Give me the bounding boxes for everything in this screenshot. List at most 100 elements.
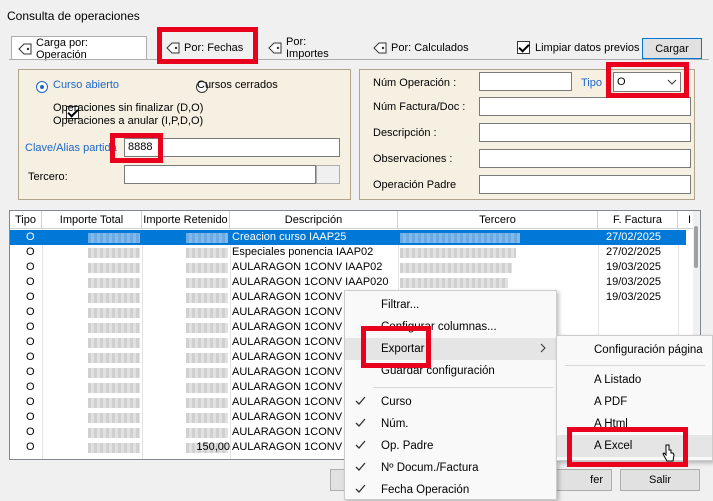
key-alias-input[interactable]: 8888: [124, 138, 340, 157]
cell-descripcion: AULARAGON 1CONV IAAP020: [232, 276, 389, 288]
cell-importe-retenido-redacted: [186, 308, 228, 318]
col-header-f-factura[interactable]: F. Factura: [598, 211, 678, 229]
submenu-item-a-pdf[interactable]: A PDF: [557, 391, 712, 413]
tag-icon: [373, 42, 387, 54]
tab-operacion[interactable]: Carga por: Operación: [11, 36, 147, 61]
cell-importe-retenido-redacted: [186, 413, 228, 423]
tab-calculados[interactable]: Por: Calculados: [367, 37, 475, 59]
clear-previous-label: Limpiar datos previos: [535, 41, 640, 54]
grid-scrollbar-thumb[interactable]: [694, 226, 698, 268]
menu-item-column-toggle[interactable]: Fecha Operación: [345, 479, 556, 501]
cell-importe-total-redacted: [88, 263, 140, 273]
menu-item-column-toggle[interactable]: Nº Docum./Factura: [345, 457, 556, 479]
table-row[interactable]: O AULARAGON 1CONV IAAP02 19/03/2025: [10, 260, 686, 275]
clear-previous-checkbox[interactable]: Limpiar datos previos: [517, 41, 640, 54]
exit-button[interactable]: Salir: [620, 469, 700, 491]
submenu-separator: [565, 365, 705, 366]
radio-curso-abierto[interactable]: [36, 81, 48, 93]
checkmark-icon: [355, 484, 366, 497]
tab-label: Carga por: Operación: [36, 36, 88, 61]
cell-importe-total-redacted: [88, 428, 140, 438]
third-party-input[interactable]: [124, 165, 316, 184]
tab-divider: [9, 59, 709, 60]
observaciones-input[interactable]: [479, 149, 691, 168]
chevron-right-icon: [540, 343, 546, 356]
submenu-item-a-html[interactable]: A Html: [557, 413, 712, 435]
table-row[interactable]: O AULARAGON 1CONV IAAP020 19/03/2025: [10, 275, 686, 290]
menu-item-configurar-columnas[interactable]: Configurar columnas...: [345, 316, 556, 338]
menu-item-column-toggle[interactable]: Curso: [345, 391, 556, 413]
col-header-importe-total[interactable]: Importe Total: [42, 211, 142, 229]
descripcion-input[interactable]: [479, 123, 691, 142]
third-party-lookup-button[interactable]: [316, 165, 340, 184]
submenu-item-config-pagina[interactable]: Configuración página: [557, 339, 712, 361]
menu-item-filtrar[interactable]: Filtrar...: [345, 294, 556, 316]
load-button[interactable]: Cargar: [642, 38, 702, 59]
tab-fechas[interactable]: Por: Fechas: [160, 37, 260, 59]
cell-importe-retenido-redacted: [186, 338, 228, 348]
cell-importe-total-redacted: [88, 308, 140, 318]
cell-importe-total-redacted: [88, 383, 140, 393]
cell-tipo: O: [26, 426, 35, 438]
cell-importe-total-redacted: [88, 278, 140, 288]
cell-tercero-redacted: [400, 263, 512, 273]
cell-importe-retenido-redacted: [186, 248, 228, 258]
tipo-select-value: O: [617, 76, 626, 88]
submenu-item-a-excel[interactable]: A Excel: [557, 435, 712, 457]
operacion-padre-input[interactable]: [479, 175, 691, 194]
cell-descripcion: AULARAGON 1CONV IAAP02: [232, 261, 383, 273]
cell-importe-retenido-redacted: [186, 293, 228, 303]
tab-label: Por: Importes: [286, 36, 329, 60]
table-row[interactable]: O Especiales ponencia IAAP02 27/02/2025: [10, 245, 686, 260]
chevron-down-icon: [667, 76, 677, 88]
pending-ops-label-2: Operaciones a anular (I,P,D,O): [53, 115, 204, 127]
cell-f-factura: 27/02/2025: [606, 246, 662, 258]
cell-importe-retenido-redacted: [186, 278, 228, 288]
checkbox-box[interactable]: [517, 41, 530, 54]
cell-importe-total-redacted: [88, 248, 140, 258]
cell-importe-total-redacted: [88, 323, 140, 333]
menu-item-guardar-configuracion[interactable]: Guardar configuración: [345, 360, 556, 382]
radio-curso-abierto-label: Curso abierto: [53, 79, 120, 91]
cell-f-factura: 19/03/2025: [606, 276, 662, 288]
menu-item-column-toggle-label: Núm.: [381, 418, 409, 430]
tab-importes[interactable]: Por: Importes: [262, 36, 358, 60]
tab-label: Por: Calculados: [391, 42, 469, 54]
menu-item-column-toggle-label: Fecha Operación: [381, 484, 470, 496]
checkmark-icon: [355, 440, 366, 453]
cell-tercero-redacted: [400, 278, 508, 288]
cell-tipo: O: [26, 396, 35, 408]
cell-tipo: O: [26, 381, 35, 393]
menu-separator: [373, 387, 553, 388]
menu-item-column-toggle[interactable]: Núm.: [345, 413, 556, 435]
submenu-item-a-listado[interactable]: A Listado: [557, 369, 712, 391]
col-header-tercero[interactable]: Tercero: [398, 211, 598, 229]
cell-tipo: O: [26, 261, 35, 273]
cell-tipo: O: [26, 366, 35, 378]
tipo-select[interactable]: O: [613, 72, 681, 92]
col-header-importe-retenido[interactable]: Importe Retenido: [142, 211, 230, 229]
cell-tipo: O: [26, 441, 35, 453]
cell-descripcion: Especiales ponencia IAAP02: [232, 246, 374, 258]
num-operacion-input[interactable]: [479, 72, 572, 91]
cell-f-factura: 27/02/2025: [606, 231, 662, 243]
table-row[interactable]: O Creacion curso IAAP25 27/02/2025: [10, 230, 686, 245]
observaciones-label: Observaciones :: [373, 153, 453, 165]
col-header-descripcion[interactable]: Descripción: [230, 211, 398, 229]
cell-importe-retenido-redacted: [186, 383, 228, 393]
cell-tipo: O: [26, 321, 35, 333]
cell-importe-total-redacted: [88, 233, 140, 243]
cell-tipo: O: [26, 306, 35, 318]
mouse-cursor-icon: [662, 444, 676, 467]
col-header-tipo[interactable]: Tipo: [10, 211, 42, 229]
menu-item-exportar-label: Exportar: [381, 343, 425, 355]
cell-importe-retenido-redacted: [186, 353, 228, 363]
menu-item-exportar[interactable]: Exportar: [345, 338, 556, 360]
num-factura-input[interactable]: [479, 97, 691, 116]
cell-tercero-redacted: [400, 248, 516, 258]
cell-importe-total-redacted: [88, 353, 140, 363]
cell-f-factura: [606, 305, 676, 320]
cell-tercero-redacted: [400, 233, 520, 243]
menu-item-column-toggle[interactable]: Op. Padre: [345, 435, 556, 457]
cell-f-factura: [606, 320, 676, 335]
